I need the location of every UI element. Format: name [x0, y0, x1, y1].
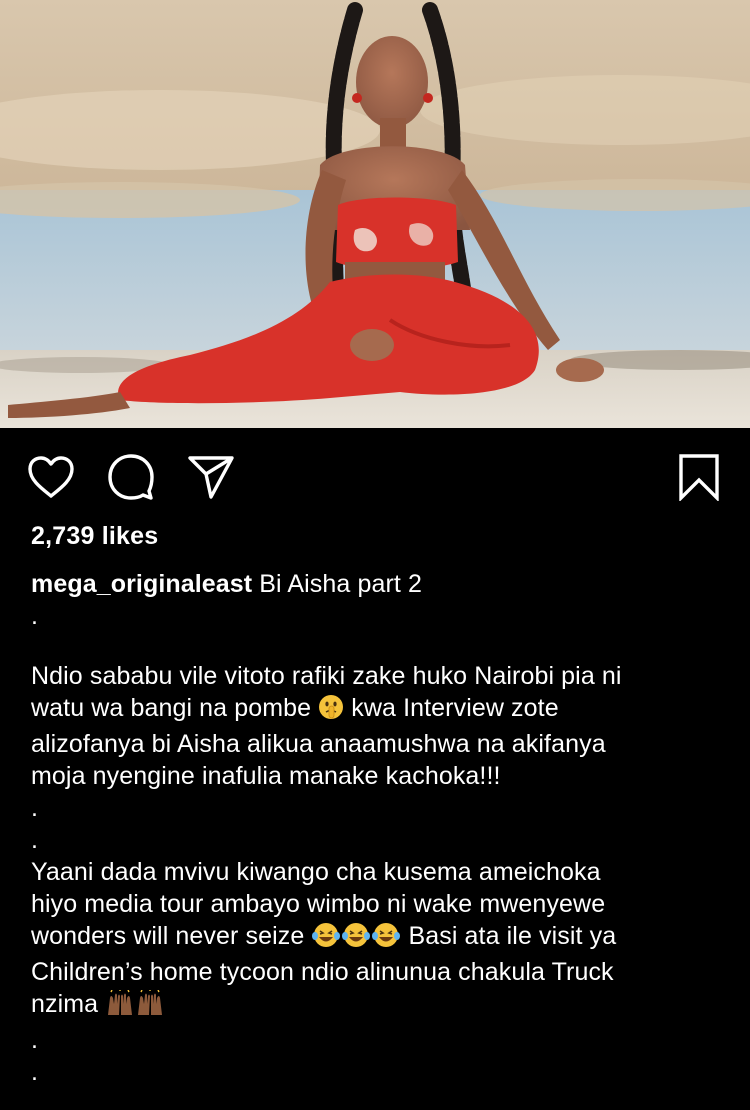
username-link[interactable]: mega_originaleast: [31, 570, 252, 598]
post-action-bar: [0, 428, 750, 520]
caption-line: Ndio sababu vile vitoto rafiki zake huko…: [31, 662, 622, 690]
paper-plane-icon[interactable]: [186, 452, 236, 502]
caption-line: watu wa bangi na pombe kwa Interview zot…: [31, 692, 731, 728]
likes-count[interactable]: 2,739 likes: [31, 522, 158, 551]
caption-title: Bi Aisha part 2: [252, 570, 422, 598]
shushing-face-emoji: [318, 694, 344, 728]
caption-line: Children’s home tycoon ndio alinunua cha…: [31, 958, 614, 986]
caption-line: alizofanya bi Aisha alikua anaamushwa na…: [31, 730, 606, 758]
caption-line: wonders will never seize Basi ata ile vi…: [31, 920, 731, 956]
post-image[interactable]: [0, 0, 750, 428]
caption-dot: .: [31, 1026, 39, 1054]
caption-dot: .: [31, 794, 39, 822]
bookmark-icon[interactable]: [674, 452, 724, 502]
caption-dot: .: [31, 602, 39, 630]
raised-hands-emoji: [135, 989, 165, 1024]
caption-dot: .: [31, 1058, 39, 1086]
caption-line: Yaani dada mvivu kiwango cha kusema amei…: [31, 858, 601, 886]
heart-icon[interactable]: [26, 452, 76, 502]
caption-line: moja nyengine inafulia manake kachoka!!!: [31, 762, 501, 790]
raised-hands-emoji: [105, 989, 135, 1024]
laughing-tears-emoji: [341, 922, 371, 956]
comment-icon[interactable]: [106, 452, 156, 502]
caption-line: hiyo media tour ambayo wimbo ni wake mwe…: [31, 890, 606, 918]
caption-dot: .: [31, 826, 39, 854]
laughing-tears-emoji: [311, 922, 341, 956]
caption-line: nzima: [31, 988, 731, 1024]
caption-first-line: mega_originaleast Bi Aisha part 2: [31, 568, 731, 600]
laughing-tears-emoji: [371, 922, 401, 956]
post-caption: mega_originaleast Bi Aisha part 2 . Ndio…: [31, 568, 731, 1088]
beach-photo: [0, 0, 750, 428]
